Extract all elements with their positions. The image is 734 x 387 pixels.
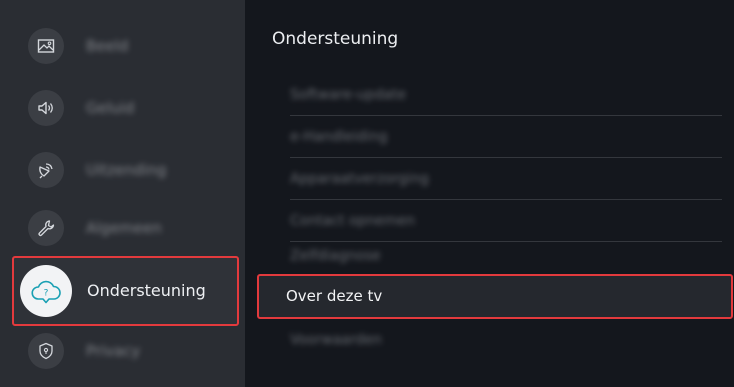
sidebar-item-broadcast[interactable]: Uitzending (0, 139, 245, 201)
svg-text:?: ? (44, 289, 49, 299)
menu-item-label: Zelfdiagnose (290, 248, 381, 264)
broadcast-icon (28, 152, 64, 188)
sidebar-item-label: Uitzending (86, 161, 167, 179)
menu-item-label: e-Handleiding (290, 129, 388, 145)
sidebar-item-label: Algemeen (86, 219, 162, 237)
menu-item-label: Voorwaarden (290, 332, 382, 348)
sidebar-item-label: Privacy (86, 342, 141, 360)
sidebar-item-label: Beeld (86, 37, 129, 55)
menu-item-label: Apparaatverzorging (290, 171, 429, 187)
sidebar-item-general[interactable]: Algemeen (0, 197, 245, 259)
sidebar-item-label: Geluid (86, 99, 135, 117)
page-title: Ondersteuning (272, 29, 399, 49)
menu-item-label: Over deze tv (286, 287, 383, 305)
sidebar-item-sound[interactable]: Geluid (0, 77, 245, 139)
picture-icon (28, 28, 64, 64)
menu-item-about-tv[interactable]: Over deze tv (257, 274, 733, 319)
sidebar-item-label: Ondersteuning (87, 281, 206, 300)
menu-item[interactable]: Apparaatverzorging (290, 158, 722, 200)
menu-item[interactable]: Voorwaarden (290, 319, 722, 361)
wrench-icon (28, 210, 64, 246)
support-cloud-icon: ? (20, 265, 72, 317)
settings-sidebar: Beeld Geluid Uitzending Algemeen ? Onder… (0, 0, 245, 387)
menu-item[interactable]: Software-update (290, 74, 722, 116)
sidebar-item-privacy[interactable]: Privacy (0, 320, 245, 382)
settings-panel: Ondersteuning Software-update e-Handleid… (245, 0, 734, 387)
sound-icon (28, 90, 64, 126)
menu-item[interactable]: e-Handleiding (290, 116, 722, 158)
sidebar-item-support[interactable]: ? Ondersteuning (12, 256, 239, 326)
menu-item-label: Software-update (290, 87, 407, 103)
shield-icon (28, 333, 64, 369)
menu-item[interactable]: Zelfdiagnose (290, 235, 722, 277)
sidebar-item-picture[interactable]: Beeld (0, 15, 245, 77)
